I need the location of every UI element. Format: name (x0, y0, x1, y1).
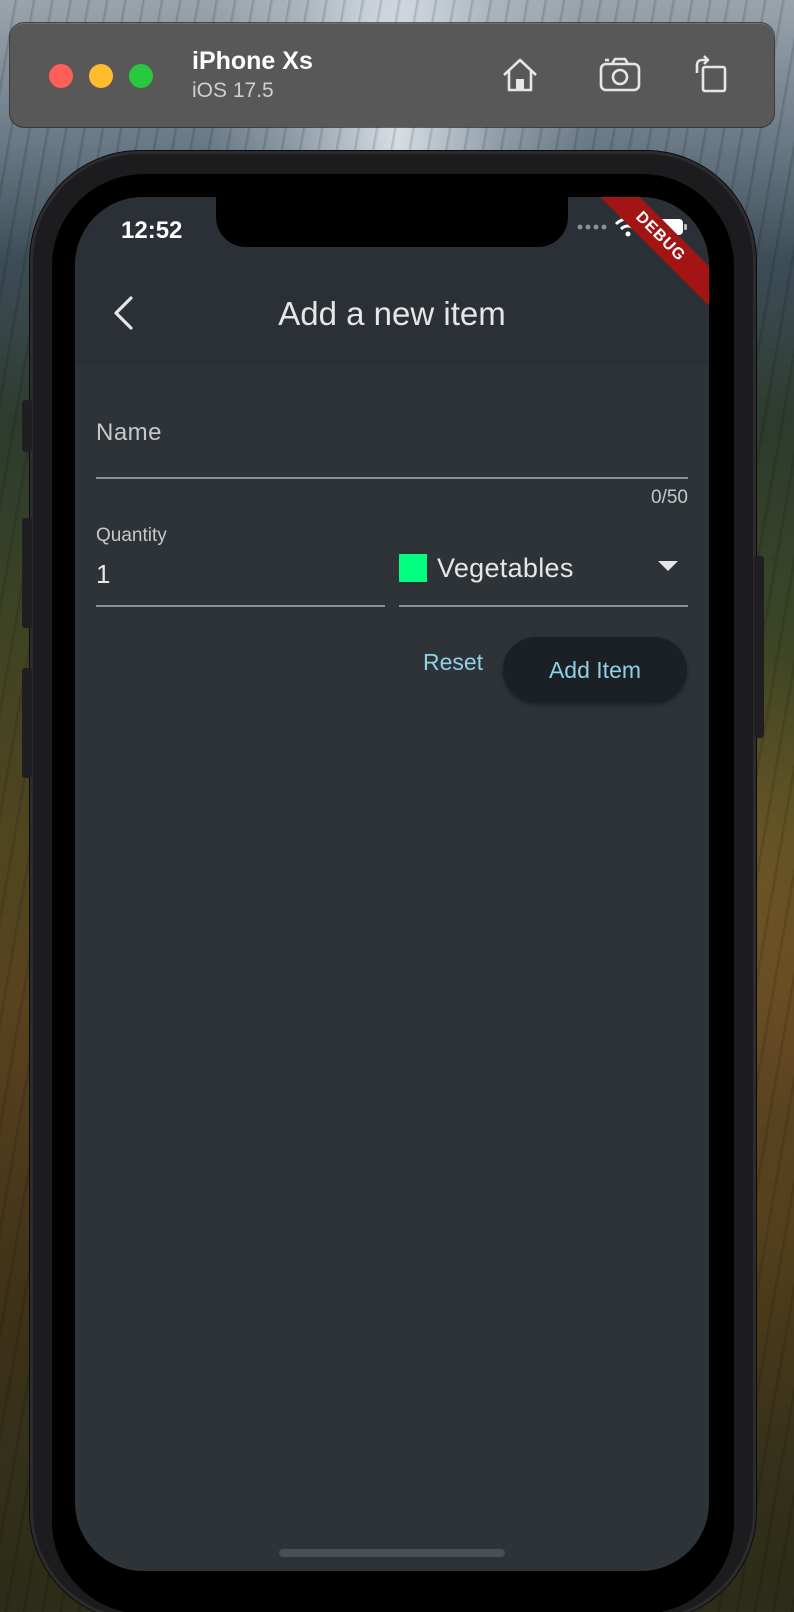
status-time: 12:52 (121, 217, 183, 244)
rotate-button[interactable] (687, 53, 735, 97)
quantity-label: Quantity (96, 525, 167, 546)
simulator-toolbar: iPhone Xs iOS 17.5 (10, 23, 774, 127)
mute-switch (22, 400, 32, 452)
volume-up-button (22, 518, 32, 628)
category-selected-value: Vegetables (437, 553, 574, 583)
rotate-icon (695, 55, 727, 93)
name-label: Name (96, 419, 163, 446)
side-power-button (754, 556, 764, 738)
notch (216, 197, 568, 247)
category-dropdown[interactable]: Vegetables (399, 519, 688, 607)
zoom-window-button[interactable] (129, 64, 153, 88)
page-title: Add a new item (278, 295, 506, 332)
simulator-device-name: iPhone Xs (192, 47, 313, 75)
quantity-value: 1 (96, 559, 111, 589)
signal-dots-icon (577, 224, 607, 230)
name-input[interactable]: Name (96, 405, 688, 479)
reset-button[interactable]: Reset (398, 637, 508, 687)
home-indicator[interactable] (279, 1549, 505, 1557)
close-window-button[interactable] (49, 64, 73, 88)
quantity-input[interactable]: Quantity 1 (96, 519, 385, 607)
minimize-window-button[interactable] (89, 64, 113, 88)
phone-screen: 12:52 DEBUG Add a new item Name 0/50 Qua… (75, 197, 709, 1571)
simulator-os-version: iOS 17.5 (192, 79, 274, 102)
volume-down-button (22, 668, 32, 778)
screenshot-icon (599, 57, 641, 92)
category-color-swatch (399, 554, 427, 582)
dropdown-arrow-icon (658, 561, 678, 571)
home-button[interactable] (496, 53, 544, 97)
add-item-button[interactable]: Add Item (503, 637, 687, 703)
home-icon (503, 58, 537, 92)
name-char-counter: 0/50 (651, 487, 688, 508)
screenshot-button[interactable] (597, 53, 645, 97)
